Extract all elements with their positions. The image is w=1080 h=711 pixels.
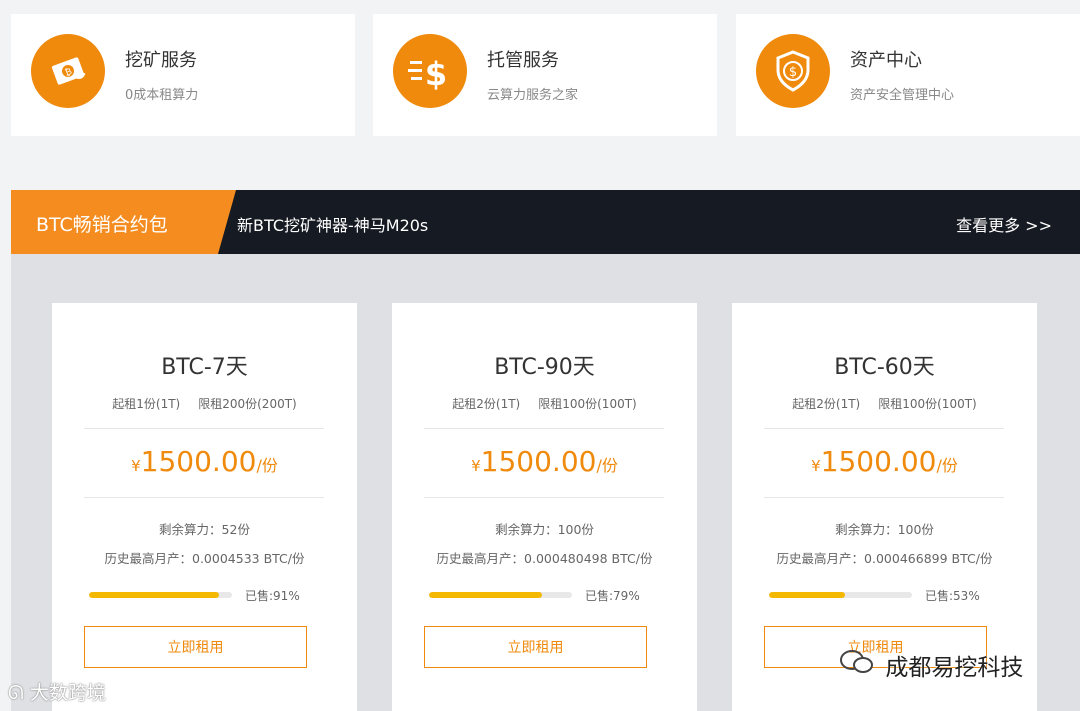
view-more-link[interactable]: 查看更多 >>: [956, 212, 1052, 236]
service-subtitle: 资产安全管理中心: [850, 88, 955, 103]
watermark-text: 成都易挖科技: [885, 655, 1024, 681]
price-unit: /份: [936, 456, 958, 475]
remaining-hashrate: 剩余算力：100份: [835, 522, 934, 537]
service-strip: ₿ 挖矿服务 0成本租算力 $ 托管服务 云算力服务之家 $ 资产中心 资产安全…: [0, 0, 1080, 136]
max-rent: 限租100份(100T): [538, 397, 637, 411]
price-amount: 1500.00: [480, 445, 597, 478]
divider: [424, 497, 664, 498]
sold-progress-bar: [429, 592, 572, 598]
section-tab-label: BTC畅销合约包: [36, 214, 168, 236]
service-subtitle: 0成本租算力: [125, 88, 199, 103]
divider: [424, 428, 664, 429]
price: ¥1500.00/份: [52, 445, 357, 478]
price: ¥1500.00/份: [732, 445, 1037, 478]
price-amount: 1500.00: [820, 445, 937, 478]
watermark-right: 成都易挖科技: [840, 648, 1023, 682]
service-mining[interactable]: ₿ 挖矿服务 0成本租算力: [11, 14, 355, 136]
section-banner: BTC畅销合约包 新BTC挖矿神器-神马M20s 查看更多 >>: [11, 190, 1080, 254]
svg-text:$: $: [425, 55, 447, 93]
divider: [84, 428, 324, 429]
sold-progress-fill: [89, 592, 220, 598]
dollar-speed-icon: $: [393, 34, 467, 108]
historical-output: 历史最高月产：0.000480498 BTC/份: [436, 551, 653, 566]
price-unit: /份: [596, 456, 618, 475]
product-card: BTC-90天 起租2份(1T) 限租100份(100T) ¥1500.00/份 …: [392, 303, 697, 711]
svg-text:$: $: [789, 65, 797, 80]
divider: [764, 428, 1004, 429]
historical-output: 历史最高月产：0.0004533 BTC/份: [104, 551, 305, 566]
product-name: BTC-7天: [161, 355, 248, 380]
max-rent: 限租200份(200T): [198, 397, 297, 411]
divider: [84, 497, 324, 498]
remaining-hashrate: 剩余算力：100份: [495, 522, 594, 537]
service-title: 托管服务: [487, 50, 559, 71]
rent-limits: 起租2份(1T) 限租100份(100T): [392, 395, 697, 412]
service-hosting[interactable]: $ 托管服务 云算力服务之家: [373, 14, 717, 136]
service-title: 资产中心: [850, 50, 922, 71]
historical-output: 历史最高月产：0.000466899 BTC/份: [776, 551, 993, 566]
service-title: 挖矿服务: [125, 50, 197, 71]
max-rent: 限租100份(100T): [878, 397, 977, 411]
rent-limits: 起租2份(1T) 限租100份(100T): [732, 395, 1037, 412]
currency-symbol: ¥: [131, 457, 141, 475]
sold-progress-bar: [89, 592, 232, 598]
rent-now-button[interactable]: 立即租用: [84, 626, 307, 668]
cash-coin-icon: ₿: [31, 34, 105, 108]
sold-progress-fill: [769, 592, 845, 598]
min-rent: 起租1份(1T): [112, 397, 181, 411]
product-name: BTC-90天: [494, 355, 595, 380]
watermark-text: 大数跨境: [29, 682, 106, 704]
currency-symbol: ¥: [471, 457, 481, 475]
shield-dollar-icon: $: [756, 34, 830, 108]
price-unit: /份: [256, 456, 278, 475]
product-card: BTC-7天 起租1份(1T) 限租200份(200T) ¥1500.00/份 剩…: [52, 303, 357, 711]
sold-percentage: 已售:91%: [245, 589, 300, 603]
sold-percentage: 已售:79%: [585, 589, 640, 603]
currency-symbol: ¥: [811, 457, 821, 475]
min-rent: 起租2份(1T): [452, 397, 521, 411]
product-name: BTC-60天: [834, 355, 935, 380]
watermark-logo-icon: ᘏ: [8, 682, 24, 704]
service-assets[interactable]: $ 资产中心 资产安全管理中心: [736, 14, 1080, 136]
sold-progress-bar: [769, 592, 912, 598]
rent-now-button[interactable]: 立即租用: [424, 626, 647, 668]
price: ¥1500.00/份: [392, 445, 697, 478]
divider: [764, 497, 1004, 498]
min-rent: 起租2份(1T): [792, 397, 861, 411]
section-tab[interactable]: BTC畅销合约包: [11, 190, 236, 254]
watermark-left: ᘏ 大数跨境: [8, 678, 106, 705]
wechat-icon: [840, 649, 874, 680]
sold-progress-fill: [429, 592, 542, 598]
sold-percentage: 已售:53%: [925, 589, 980, 603]
price-amount: 1500.00: [140, 445, 257, 478]
remaining-hashrate: 剩余算力：52份: [159, 522, 250, 537]
service-subtitle: 云算力服务之家: [487, 88, 579, 103]
rent-limits: 起租1份(1T) 限租200份(200T): [52, 395, 357, 412]
promo-headline-link[interactable]: 新BTC挖矿神器-神马M20s: [237, 212, 428, 236]
